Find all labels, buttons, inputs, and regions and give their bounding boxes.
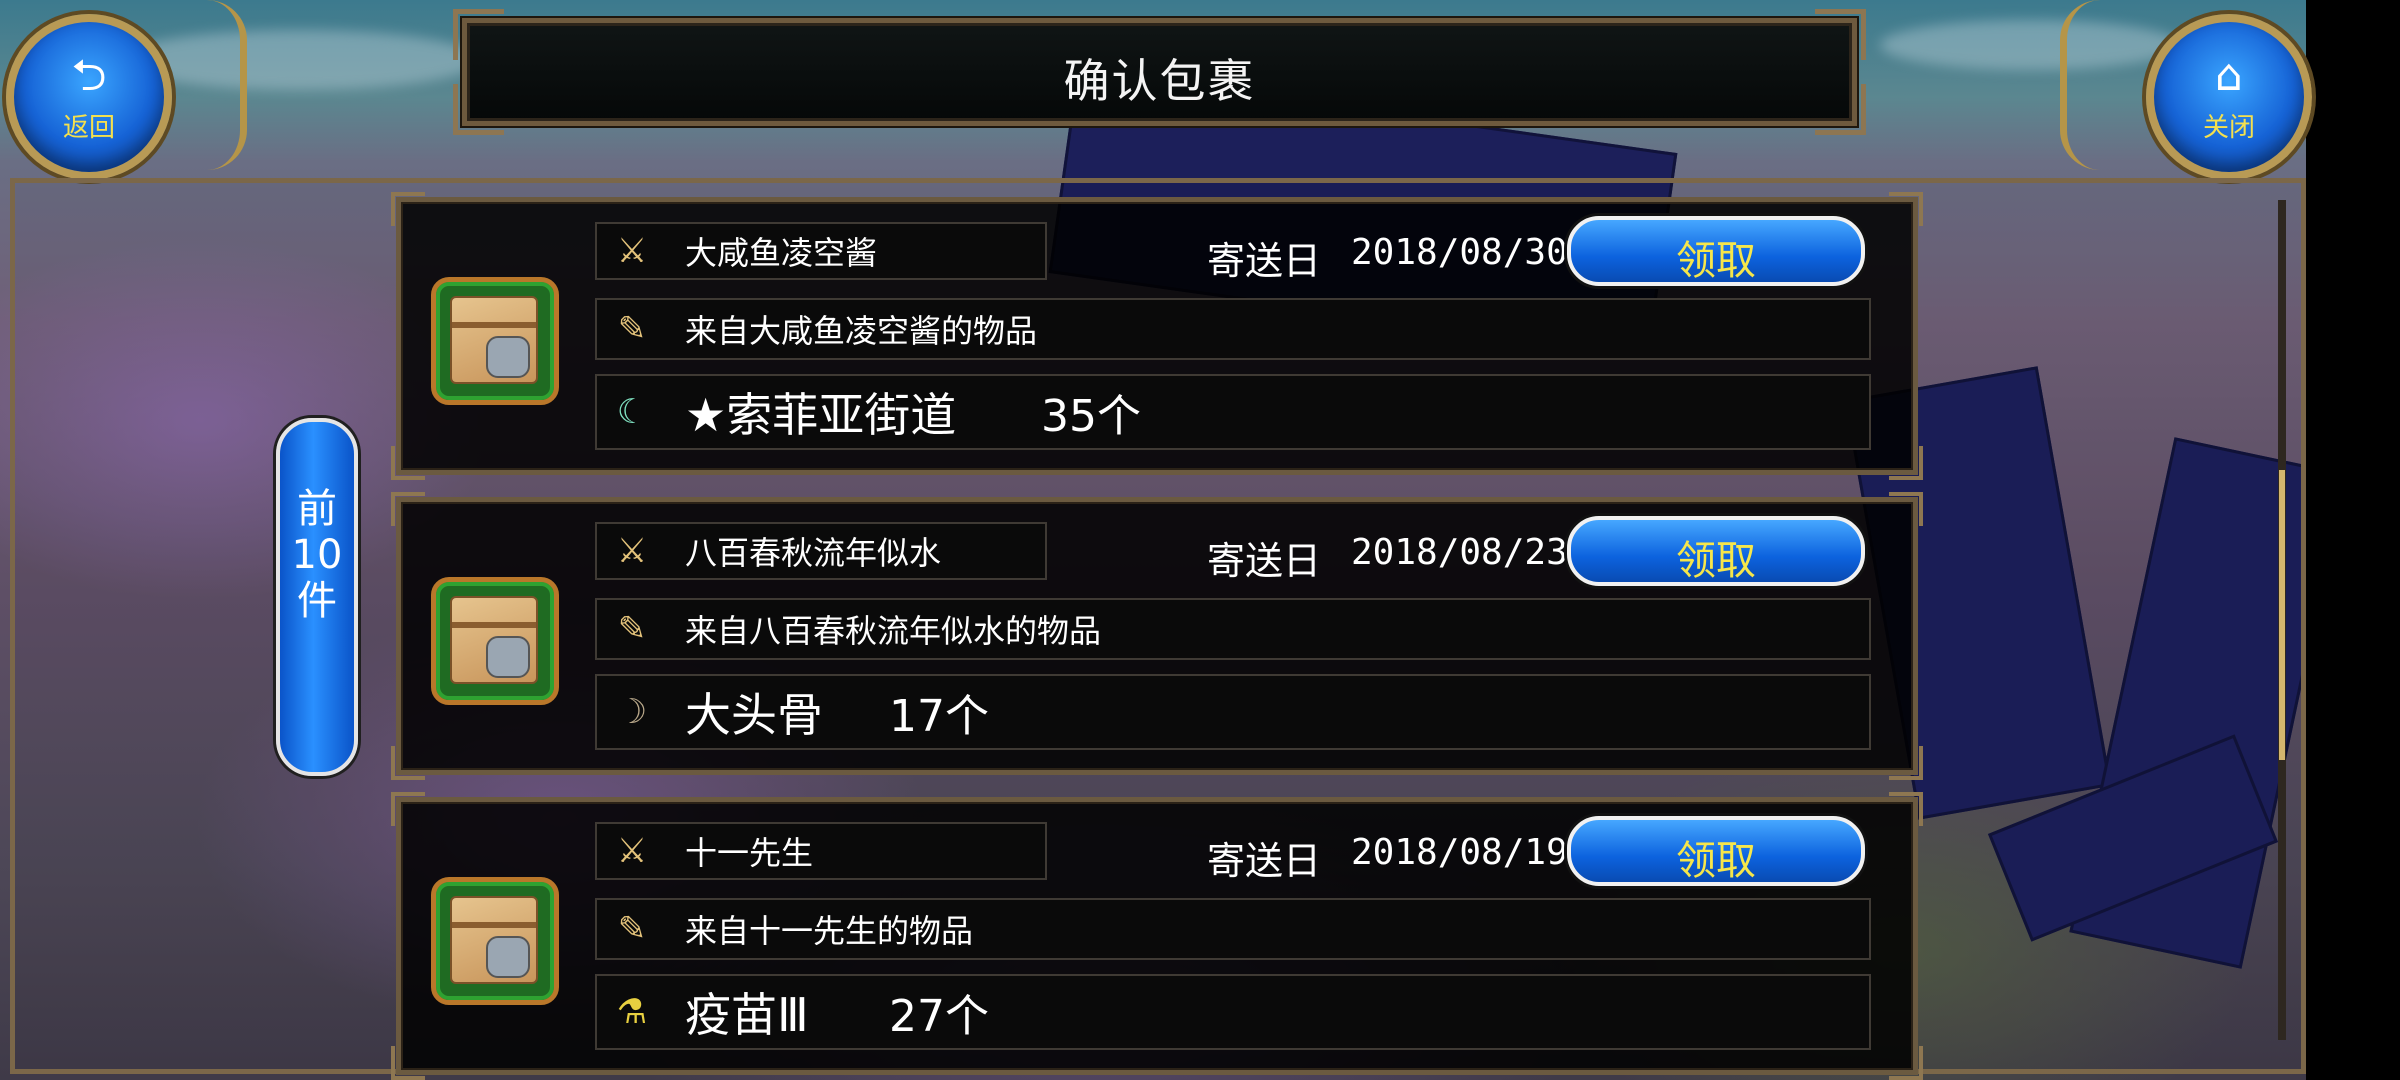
- claim-label: 领取: [1676, 238, 1756, 284]
- back-button-label: 返回: [62, 113, 115, 143]
- claim-button[interactable]: 领取: [1567, 816, 1865, 886]
- message-row: ✎ 来自十一先生的物品: [595, 898, 1871, 960]
- send-date-label: 寄送日: [1207, 239, 1322, 283]
- title-ornament: [1815, 9, 1866, 60]
- item-quantity: 35个: [1041, 391, 1141, 442]
- message-text: 来自十一先生的物品: [685, 912, 974, 950]
- sword-shield-icon: ⚔: [616, 531, 648, 571]
- prev-10-label: 前 10 件: [291, 486, 343, 624]
- crescent-blade-icon: ☾: [616, 392, 648, 432]
- message-row: ✎ 来自八百春秋流年似水的物品: [595, 598, 1871, 660]
- item-row: ☽ 大头骨 17个: [595, 674, 1871, 750]
- send-date: 2018/08/30: [1351, 232, 1568, 273]
- sender-name: 大咸鱼凌空酱: [685, 234, 878, 272]
- claim-label: 领取: [1676, 838, 1756, 884]
- send-date: 2018/08/19: [1351, 832, 1568, 873]
- page-title: 确认包裹: [1063, 54, 1256, 108]
- back-button[interactable]: ⮌ 返回: [6, 14, 172, 180]
- send-date-label: 寄送日: [1207, 539, 1322, 583]
- card-ornament: [1889, 792, 1923, 826]
- sender-row: ⚔ 大咸鱼凌空酱: [595, 222, 1047, 280]
- claim-label: 领取: [1676, 538, 1756, 584]
- sender-row: ⚔ 八百春秋流年似水: [595, 522, 1047, 580]
- mail-card: ⚔ 大咸鱼凌空酱 寄送日 2018/08/30 领取 ✎ 来自大咸鱼凌空酱的物品…: [391, 192, 1923, 480]
- item-row: ⚗ 疫苗Ⅲ 27个: [595, 974, 1871, 1050]
- card-ornament: [1889, 446, 1923, 480]
- sender-name: 十一先生: [685, 834, 814, 872]
- message-text: 来自大咸鱼凌空酱的物品: [685, 312, 1038, 350]
- prev-10-button[interactable]: 前 10 件: [276, 418, 358, 776]
- title-bar: 确认包裹: [453, 9, 1866, 135]
- close-button[interactable]: ⌂ 关闭: [2146, 14, 2312, 180]
- message-text: 来自八百春秋流年似水的物品: [685, 612, 1102, 650]
- screen-edge: [2306, 0, 2400, 1080]
- package-icon: [431, 577, 559, 705]
- potion-icon: ⚗: [616, 992, 648, 1032]
- card-ornament: [391, 192, 425, 226]
- card-ornament: [391, 746, 425, 780]
- item-quantity: 17个: [889, 691, 989, 742]
- title-ornament: [453, 84, 504, 135]
- card-ornament: [1889, 1046, 1923, 1080]
- package-icon: [431, 877, 559, 1005]
- back-arrow-icon: ⮌: [71, 50, 107, 101]
- sender-row: ⚔ 十一先生: [595, 822, 1047, 880]
- bone-icon: ☽: [616, 692, 648, 732]
- claim-button[interactable]: 领取: [1567, 516, 1865, 586]
- item-name: 疫苗Ⅲ: [685, 988, 809, 1042]
- title-ornament: [453, 9, 504, 60]
- item-name: 大头骨: [685, 688, 823, 742]
- scroll-quill-icon: ✎: [617, 609, 647, 649]
- scroll-quill-icon: ✎: [617, 309, 647, 349]
- card-ornament: [1889, 492, 1923, 526]
- close-button-ornament: [2060, 0, 2157, 170]
- send-date: 2018/08/23: [1351, 532, 1568, 573]
- package-icon: [431, 277, 559, 405]
- card-ornament: [1889, 746, 1923, 780]
- sword-shield-icon: ⚔: [616, 831, 648, 871]
- item-quantity: 27个: [889, 991, 989, 1042]
- sword-shield-icon: ⚔: [616, 231, 648, 271]
- claim-button[interactable]: 领取: [1567, 216, 1865, 286]
- scroll-quill-icon: ✎: [617, 909, 647, 949]
- send-date-label: 寄送日: [1207, 839, 1322, 883]
- home-icon: ⌂: [2215, 50, 2243, 101]
- scrollbar-thumb[interactable]: [2279, 470, 2285, 760]
- sender-name: 八百春秋流年似水: [685, 534, 942, 572]
- mail-card: ⚔ 十一先生 寄送日 2018/08/19 领取 ✎ 来自十一先生的物品 ⚗ 疫…: [391, 792, 1923, 1080]
- item-row: ☾ ★索菲亚街道 35个: [595, 374, 1871, 450]
- card-ornament: [391, 492, 425, 526]
- card-ornament: [391, 446, 425, 480]
- title-ornament: [1815, 84, 1866, 135]
- mail-card: ⚔ 八百春秋流年似水 寄送日 2018/08/23 领取 ✎ 来自八百春秋流年似…: [391, 492, 1923, 780]
- message-row: ✎ 来自大咸鱼凌空酱的物品: [595, 298, 1871, 360]
- close-button-label: 关闭: [2202, 113, 2255, 143]
- item-name: ★索菲亚街道: [685, 388, 957, 442]
- card-ornament: [391, 792, 425, 826]
- card-ornament: [391, 1046, 425, 1080]
- card-ornament: [1889, 192, 1923, 226]
